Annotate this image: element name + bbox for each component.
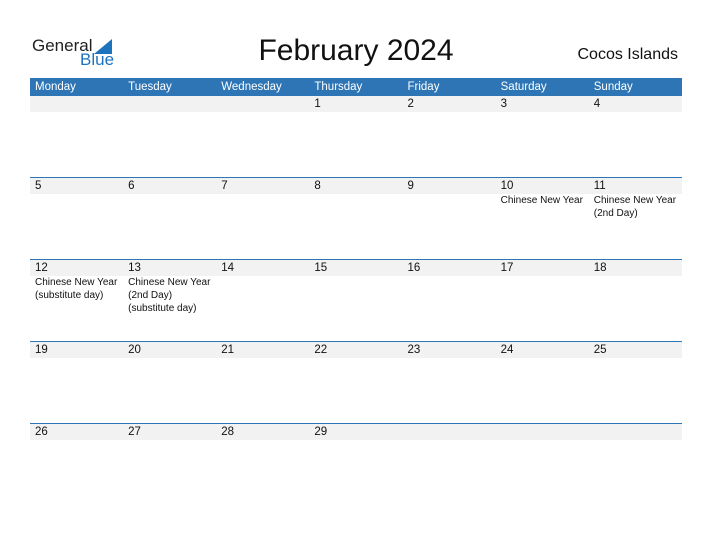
day-cell: 15	[309, 260, 402, 315]
week-row: 19 20 21 22 23 24 25	[30, 341, 682, 423]
day-number: 24	[500, 344, 514, 356]
day-cell: 26	[30, 424, 123, 440]
day-number: 15	[314, 262, 328, 274]
day-cell: 12 Chinese New Year (substitute day)	[30, 260, 123, 315]
day-cell: 11 Chinese New Year (2nd Day)	[589, 178, 682, 220]
day-number: 20	[128, 344, 141, 356]
day-cell: 23	[403, 342, 496, 358]
day-number	[501, 424, 589, 440]
day-cell: 13 Chinese New Year (2nd Day) (substitute…	[123, 260, 216, 315]
day-cell: 29	[309, 424, 402, 440]
day-number	[408, 424, 496, 440]
holiday-label: Chinese New Year (substitute day)	[35, 277, 118, 301]
weekday-thursday: Thursday	[314, 81, 363, 93]
day-cell	[30, 96, 123, 112]
day-cell: 4	[589, 96, 682, 112]
day-cell: 24	[496, 342, 589, 358]
day-cell: 5	[30, 178, 123, 220]
day-cell: 3	[496, 96, 589, 112]
day-cell: 7	[216, 178, 309, 220]
holiday-label: Chinese New Year (2nd Day)	[593, 195, 677, 219]
day-number: 11	[593, 180, 606, 192]
day-number: 19	[35, 344, 48, 356]
day-number: 4	[593, 98, 601, 110]
holiday-label: Chinese New Year (2nd Day) (substitute d…	[128, 277, 211, 314]
day-cell: 17	[496, 260, 589, 315]
day-number: 26	[35, 426, 48, 438]
day-number: 6	[128, 180, 135, 192]
day-cell: 1	[309, 96, 402, 112]
weekday-friday: Friday	[407, 81, 440, 93]
day-number: 9	[407, 180, 414, 192]
weekday-saturday: Saturday	[500, 81, 547, 93]
day-cell: 25	[589, 342, 682, 358]
day-number: 8	[314, 180, 321, 192]
day-cell	[216, 96, 309, 112]
day-number: 25	[593, 344, 607, 356]
day-number: 29	[314, 426, 328, 438]
day-number: 5	[35, 180, 42, 192]
day-number	[128, 96, 216, 112]
country-label: Cocos Islands	[577, 46, 679, 63]
day-number: 17	[500, 262, 514, 274]
day-number: 27	[128, 426, 141, 438]
day-number	[594, 424, 682, 440]
day-cell	[403, 424, 496, 440]
day-number	[35, 96, 123, 112]
weekday-header: Monday Tuesday Wednesday Thursday Friday…	[30, 78, 682, 96]
calendar-grid: Monday Tuesday Wednesday Thursday Friday…	[30, 78, 682, 505]
day-cell: 14	[216, 260, 309, 315]
week-row: 12 Chinese New Year (substitute day) 13 Chi…	[30, 259, 682, 341]
day-cell: 28	[216, 424, 309, 440]
day-cell: 16	[403, 260, 496, 315]
day-cell: 10 Chinese New Year	[496, 178, 589, 220]
day-number: 7	[221, 180, 228, 192]
day-number: 23	[407, 344, 421, 356]
week-row: 5 6 7 8 9 10 Chinese New Year 11 Chinese New Yea…	[30, 177, 682, 259]
day-cell	[496, 424, 589, 440]
day-number: 13	[128, 262, 141, 274]
day-cell: 9	[403, 178, 496, 220]
day-number: 18	[593, 262, 607, 274]
day-number: 10	[500, 180, 514, 192]
day-number: 3	[500, 98, 508, 110]
day-cell: 2	[403, 96, 496, 112]
day-cell: 18	[589, 260, 682, 315]
week-row: 1 2 3 4	[30, 96, 682, 177]
weekday-monday: Monday	[35, 81, 76, 93]
day-number: 21	[221, 344, 235, 356]
day-cell: 21	[216, 342, 309, 358]
weekday-tuesday: Tuesday	[128, 81, 172, 93]
day-cell: 6	[123, 178, 216, 220]
day-cell	[123, 96, 216, 112]
day-cell: 8	[309, 178, 402, 220]
holiday-label: Chinese New Year	[500, 195, 583, 206]
weekday-wednesday: Wednesday	[221, 81, 282, 93]
day-cell: 27	[123, 424, 216, 440]
day-number: 2	[407, 98, 414, 110]
day-cell: 19	[30, 342, 123, 358]
day-number	[221, 96, 309, 112]
day-cell: 20	[123, 342, 216, 358]
day-number: 1	[314, 98, 321, 110]
day-cell: 22	[309, 342, 402, 358]
week-row: 26 27 28 29	[30, 423, 682, 505]
day-number: 22	[314, 344, 328, 356]
day-number: 16	[407, 262, 421, 274]
day-number: 28	[221, 426, 235, 438]
day-cell	[589, 424, 682, 440]
day-number: 14	[221, 262, 235, 274]
day-number: 12	[35, 262, 48, 274]
weekday-sunday: Sunday	[593, 81, 633, 93]
